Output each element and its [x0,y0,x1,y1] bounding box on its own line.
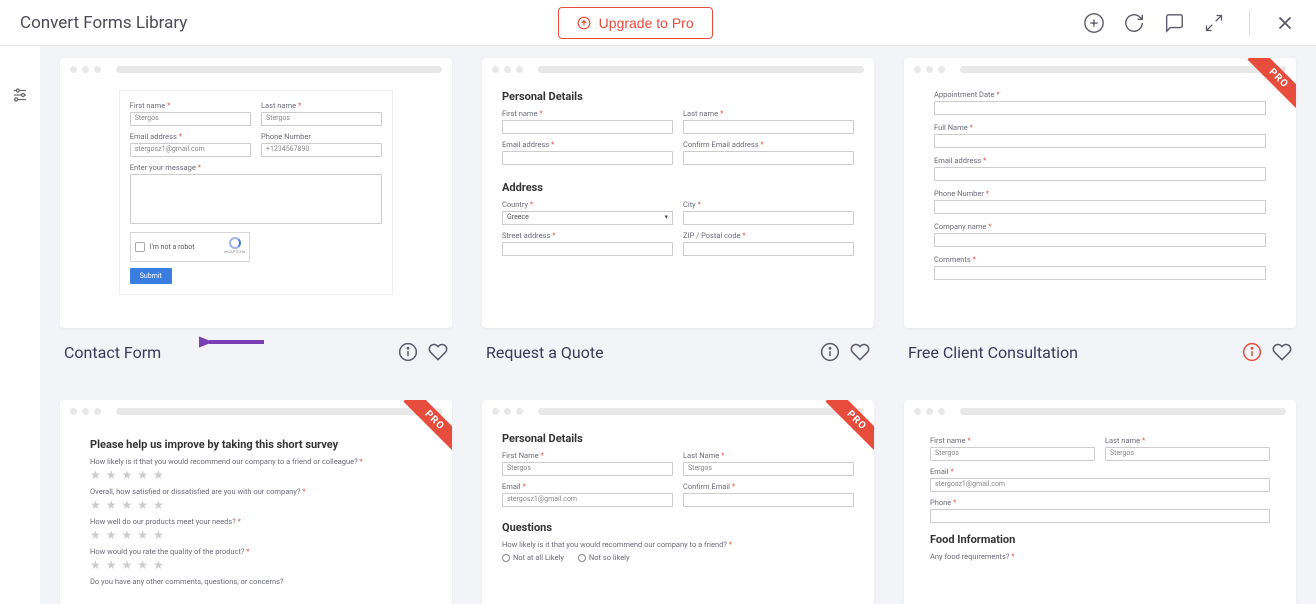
header-actions [1083,10,1296,36]
template-preview[interactable]: Personal Details First name * Last name … [482,58,874,328]
template-preview[interactable]: PRO Personal Details First Name *Stergos… [482,400,874,604]
info-icon[interactable] [820,342,840,362]
filter-toggle[interactable] [11,86,29,604]
heart-icon[interactable] [850,342,870,362]
close-icon [1274,12,1296,34]
annotation-arrow-icon [199,332,269,352]
page-title: Convert Forms Library [20,13,187,33]
chat-icon [1163,12,1185,34]
add-button[interactable] [1083,12,1105,34]
template-preview[interactable]: PRO Appointment Date * Full Name * Email… [904,58,1296,328]
heart-icon[interactable] [1272,342,1292,362]
pro-ribbon: PRO [392,400,452,460]
template-card: First name *Stergos Last name *Stergos E… [60,58,452,370]
upgrade-button[interactable]: Upgrade to Pro [558,7,713,39]
heart-icon[interactable] [428,342,448,362]
content-area: First name *Stergos Last name *Stergos E… [40,46,1316,604]
template-card: PRO Appointment Date * Full Name * Email… [904,58,1296,370]
refresh-button[interactable] [1123,12,1145,34]
template-card: Personal Details First name * Last name … [482,58,874,370]
info-icon[interactable] [1242,342,1262,362]
template-preview[interactable]: PRO Please help us improve by taking thi… [60,400,452,604]
pro-ribbon: PRO [1236,58,1296,118]
left-rail [0,46,40,604]
card-title: Free Client Consultation [908,343,1078,362]
pro-ribbon: PRO [814,400,874,460]
divider [1249,10,1250,36]
sliders-icon [11,86,29,104]
header-bar: Convert Forms Library Upgrade to Pro [0,0,1316,46]
plus-circle-icon [1083,12,1105,34]
expand-button[interactable] [1203,12,1225,34]
close-button[interactable] [1274,12,1296,34]
card-title: Contact Form [64,343,161,362]
template-preview[interactable]: First name *Stergos Last name *Stergos E… [60,58,452,328]
upgrade-arrow-icon [577,16,591,30]
card-title: Request a Quote [486,343,604,362]
template-preview[interactable]: First name *Stergos Last name *Stergos E… [904,400,1296,604]
expand-icon [1204,13,1224,33]
info-icon[interactable] [398,342,418,362]
template-card: PRO Personal Details First Name *Stergos… [482,400,874,604]
refresh-icon [1123,12,1145,34]
template-card: PRO Please help us improve by taking thi… [60,400,452,604]
upgrade-label: Upgrade to Pro [599,15,694,31]
feedback-button[interactable] [1163,12,1185,34]
template-card: First name *Stergos Last name *Stergos E… [904,400,1296,604]
